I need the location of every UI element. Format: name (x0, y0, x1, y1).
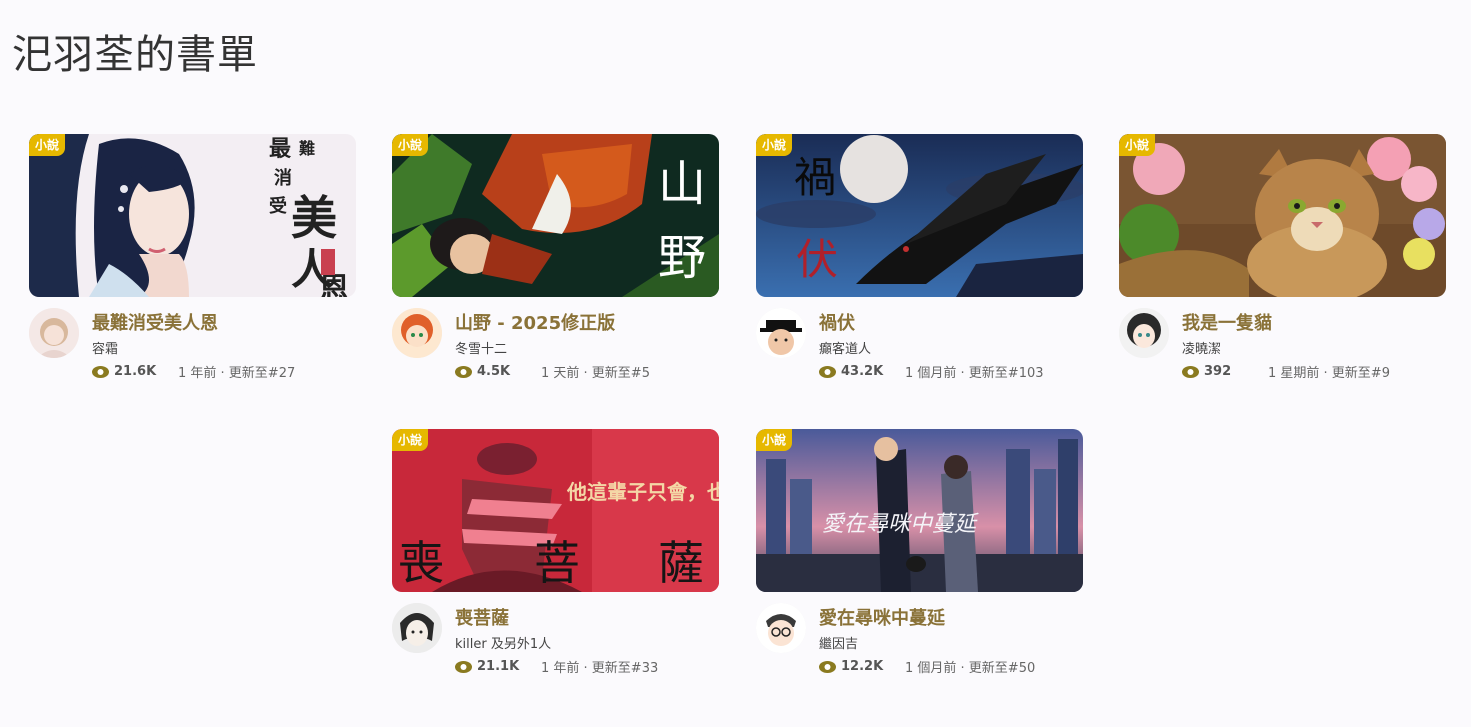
eye-icon (1182, 365, 1199, 378)
category-badge: 小說 (1119, 134, 1156, 156)
update-info: 1 個月前 · 更新至#50 (905, 661, 1036, 676)
book-stats: 4.5K 1 天前 · 更新至#5 (455, 362, 650, 381)
book-author[interactable]: 冬雪十二 (455, 338, 507, 357)
author-avatar[interactable] (392, 308, 442, 358)
glasses-avatar (756, 603, 806, 653)
eye-icon (819, 365, 836, 378)
svg-text:美: 美 (291, 191, 337, 245)
red-hair-avatar (392, 308, 442, 358)
crow-moon-cover: 禍 伏 (756, 134, 1083, 297)
cover-slogan: 他這輩子只會，也只能和她在一起！ (566, 480, 719, 504)
book-stats: 392 1 星期前 · 更新至#9 (1182, 362, 1390, 381)
view-count: 21.1K (477, 659, 520, 674)
book-title[interactable]: 喪菩薩 (455, 604, 509, 630)
book-stats: 12.2K 1 個月前 · 更新至#50 (819, 657, 1035, 676)
city-couple-cover: 愛在尋咪中蔓延 (756, 429, 1083, 592)
book-title[interactable]: 愛在尋咪中蔓延 (819, 604, 945, 630)
author-avatar[interactable] (392, 603, 442, 653)
page-title: 汜羽荃的書單 (12, 32, 258, 78)
cat-flowers-cover (1119, 134, 1446, 297)
book-card[interactable]: 愛在尋咪中蔓延 小說 愛在尋咪中蔓延 繼因吉 12.2K 1 個月前 · 更新至… (756, 429, 1083, 689)
book-card[interactable]: 小說 我是一隻貓 凌曉潔 392 1 星期前 · 更新至#9 (1119, 134, 1446, 394)
book-stats: 43.2K 1 個月前 · 更新至#103 (819, 362, 1044, 381)
sketch-avatar (392, 603, 442, 653)
svg-text:菩: 菩 (534, 536, 580, 590)
svg-text:伏: 伏 (796, 235, 838, 284)
svg-text:薩: 薩 (658, 536, 704, 590)
book-card[interactable]: 山 野 小說 山野 - 2025修正版 冬雪十二 4.5K 1 天前 · 更新至… (392, 134, 719, 394)
category-badge: 小說 (756, 134, 793, 156)
view-count: 12.2K (841, 659, 884, 674)
category-badge: 小說 (756, 429, 793, 451)
category-badge: 小說 (29, 134, 66, 156)
category-badge: 小說 (392, 134, 429, 156)
sleeping-man-cover: 山 野 (392, 134, 719, 297)
book-stats: 21.1K 1 年前 · 更新至#33 (455, 657, 658, 676)
svg-text:消: 消 (274, 167, 292, 189)
book-cover[interactable]: 他這輩子只會，也只能和她在一起！ 喪 菩 薩 小說 (392, 429, 719, 592)
book-title[interactable]: 最難消受美人恩 (92, 309, 218, 335)
dark-hair-avatar (1119, 308, 1169, 358)
book-stats: 21.6K 1 年前 · 更新至#27 (92, 362, 295, 381)
view-count: 21.6K (114, 364, 157, 379)
svg-text:受: 受 (269, 195, 287, 217)
svg-text:禍: 禍 (794, 153, 836, 202)
book-cover[interactable]: 最 難 消 受 美 人 恩 小說 (29, 134, 356, 297)
anime-woman-cover: 最 難 消 受 美 人 恩 (29, 134, 356, 297)
book-card[interactable]: 最 難 消 受 美 人 恩 小說 最難消受美人恩 容霜 21.6K 1 年前 ·… (29, 134, 356, 394)
book-author[interactable]: 癲客道人 (819, 338, 871, 357)
book-card[interactable]: 他這輩子只會，也只能和她在一起！ 喪 菩 薩 小說 喪菩薩 killer 及另外… (392, 429, 719, 689)
girl-avatar (29, 308, 79, 358)
eye-icon (455, 365, 472, 378)
book-title[interactable]: 山野 - 2025修正版 (455, 309, 615, 335)
book-author[interactable]: 容霜 (92, 338, 118, 357)
view-count: 43.2K (841, 364, 884, 379)
author-avatar[interactable] (1119, 308, 1169, 358)
author-avatar[interactable] (29, 308, 79, 358)
book-author[interactable]: 凌曉潔 (1182, 338, 1221, 357)
red-statue-cover: 他這輩子只會，也只能和她在一起！ 喪 菩 薩 (392, 429, 719, 592)
book-cover[interactable]: 小說 (1119, 134, 1446, 297)
update-info: 1 天前 · 更新至#5 (541, 366, 650, 381)
book-author[interactable]: 繼因吉 (819, 633, 858, 652)
category-badge: 小說 (392, 429, 429, 451)
cover-title: 愛在尋咪中蔓延 (822, 512, 979, 537)
update-info: 1 年前 · 更新至#33 (541, 661, 659, 676)
update-info: 1 星期前 · 更新至#9 (1268, 366, 1390, 381)
book-cover[interactable]: 山 野 小說 (392, 134, 719, 297)
book-cover[interactable]: 愛在尋咪中蔓延 小說 (756, 429, 1083, 592)
author-avatar[interactable] (756, 308, 806, 358)
eye-icon (92, 365, 109, 378)
view-count: 4.5K (477, 364, 511, 379)
svg-text:恩: 恩 (319, 272, 349, 297)
book-title[interactable]: 禍伏 (819, 309, 855, 335)
hat-man-avatar (756, 308, 806, 358)
book-cover[interactable]: 禍 伏 小說 (756, 134, 1083, 297)
view-count: 392 (1204, 364, 1232, 379)
svg-text:難: 難 (299, 139, 315, 158)
book-card[interactable]: 禍 伏 小說 禍伏 癲客道人 43.2K 1 個月前 · 更新至#103 (756, 134, 1083, 394)
svg-text:山: 山 (658, 156, 706, 212)
svg-text:喪: 喪 (398, 536, 444, 590)
book-author[interactable]: killer 及另外1人 (455, 633, 551, 652)
author-avatar[interactable] (756, 603, 806, 653)
update-info: 1 個月前 · 更新至#103 (905, 366, 1044, 381)
eye-icon (819, 660, 836, 673)
book-title[interactable]: 我是一隻貓 (1182, 309, 1272, 335)
eye-icon (455, 660, 472, 673)
svg-text:最: 最 (269, 136, 292, 162)
update-info: 1 年前 · 更新至#27 (178, 366, 296, 381)
svg-text:野: 野 (658, 230, 706, 286)
